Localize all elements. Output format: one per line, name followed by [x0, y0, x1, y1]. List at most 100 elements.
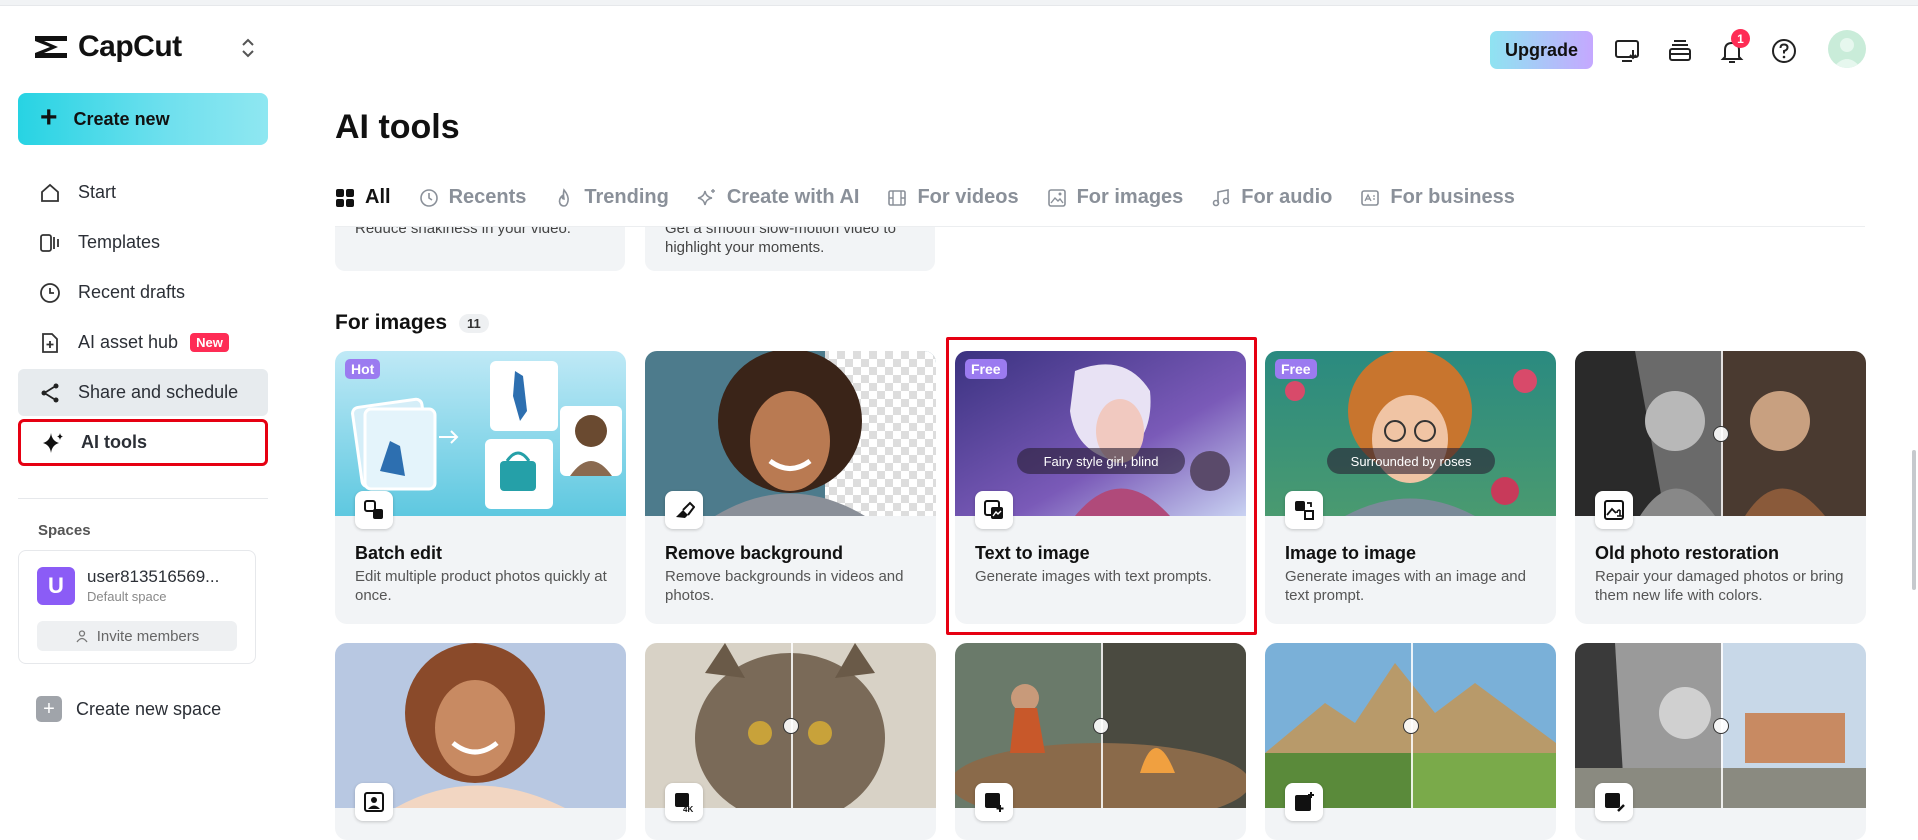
- photo-colorize-icon: [1595, 783, 1633, 821]
- svg-text:4K: 4K: [683, 805, 693, 813]
- chevron-updown-icon[interactable]: [238, 34, 258, 62]
- tool-card[interactable]: 4K: [645, 643, 936, 840]
- image-add-icon: [975, 783, 1013, 821]
- free-badge: Free: [1275, 359, 1317, 379]
- compare-handle[interactable]: [1712, 425, 1729, 442]
- stack-icon[interactable]: [1665, 36, 1695, 66]
- sidebar-item-label: Share and schedule: [78, 382, 239, 402]
- compare-handle[interactable]: [1402, 717, 1419, 734]
- grid-icon: [336, 188, 354, 207]
- tool-card-image-to-image[interactable]: Free Surrounded by roses Image to image …: [1265, 351, 1556, 624]
- app-name: CapCut: [78, 30, 182, 63]
- user-avatar[interactable]: [1828, 30, 1866, 68]
- invite-members-button[interactable]: Invite members: [37, 621, 237, 651]
- compare-handle[interactable]: [782, 717, 799, 734]
- tab-recents[interactable]: Recents: [419, 186, 527, 209]
- upscale-4k-icon: 4K: [665, 783, 703, 821]
- tab-for-videos[interactable]: For videos: [887, 186, 1019, 209]
- tab-for-images[interactable]: For images: [1047, 186, 1183, 209]
- sidebar-item-ai-asset-hub[interactable]: AI asset hub New: [18, 319, 268, 366]
- card-title: Batch edit: [355, 543, 443, 563]
- partial-tool-card[interactable]: Reduce shakiness in your video.: [335, 227, 625, 271]
- photo-restore-icon: [1595, 491, 1633, 529]
- page-scrollbar[interactable]: [1912, 450, 1916, 590]
- share-icon: [41, 383, 59, 402]
- compare-handle[interactable]: [1712, 717, 1729, 734]
- tab-create-with-ai[interactable]: Create with AI: [697, 186, 860, 209]
- tab-label: Recents: [448, 186, 527, 208]
- sidebar-item-recent-drafts[interactable]: Recent drafts: [18, 269, 268, 316]
- tab-label: Trending: [584, 186, 669, 208]
- clock-icon: [40, 282, 60, 303]
- create-new-label: Create new: [73, 108, 170, 129]
- page-title: AI tools: [335, 108, 460, 146]
- templates-icon: [40, 233, 59, 252]
- sidebar-nav: Start Templates Recent drafts AI asset h…: [18, 169, 268, 469]
- capcut-logo-icon: [35, 36, 67, 58]
- space-card[interactable]: U user813516569... Default space Invite …: [18, 550, 256, 664]
- tab-trending[interactable]: Trending: [554, 186, 669, 209]
- tab-label: For business: [1390, 186, 1515, 208]
- upgrade-button[interactable]: Upgrade: [1490, 31, 1593, 69]
- tool-card[interactable]: [1265, 643, 1556, 840]
- tab-for-audio[interactable]: For audio: [1211, 186, 1332, 209]
- music-icon: [1212, 188, 1230, 206]
- sidebar-item-templates[interactable]: Templates: [18, 219, 268, 266]
- create-new-button[interactable]: + Create new: [18, 93, 268, 145]
- tool-card-text-to-image[interactable]: Free Fairy style girl, blind Text to ima…: [955, 351, 1246, 624]
- sidebar-item-start[interactable]: Start: [18, 169, 268, 216]
- sidebar-item-label: AI asset hub: [78, 332, 179, 352]
- create-new-space-label: Create new space: [76, 698, 222, 719]
- help-icon[interactable]: [1769, 36, 1799, 66]
- capcut-logo[interactable]: CapCut: [32, 30, 182, 64]
- film-icon: [888, 189, 907, 206]
- new-badge: New: [190, 333, 229, 352]
- tool-card-remove-background[interactable]: Remove background Remove backgrounds in …: [645, 351, 936, 624]
- card-title: Image to image: [1285, 543, 1417, 563]
- user-avatar-icon: [1833, 38, 1861, 68]
- space-avatar: U: [37, 567, 75, 605]
- sidebar: CapCut + Create new Start Templates Rece…: [0, 6, 286, 840]
- tool-card[interactable]: [955, 643, 1246, 840]
- card-description: Generate images with an image and text p…: [1285, 568, 1526, 604]
- space-subtitle: Default space: [87, 589, 167, 604]
- section-count-badge: 11: [459, 313, 489, 333]
- section-title: For images: [335, 311, 448, 334]
- card-title: Old photo restoration: [1595, 543, 1779, 563]
- compare-handle[interactable]: [1092, 717, 1109, 734]
- card-description: Remove backgrounds in videos and photos.: [665, 568, 904, 604]
- sidebar-item-share-and-schedule[interactable]: Share and schedule: [18, 369, 268, 416]
- spaces-heading: Spaces: [38, 522, 91, 539]
- tab-all[interactable]: All: [335, 186, 391, 209]
- section-heading: For images 11: [335, 311, 489, 335]
- notification-count-badge: 1: [1731, 29, 1750, 48]
- eraser-icon: [665, 491, 703, 529]
- flame-icon: [559, 187, 570, 207]
- sidebar-item-ai-tools[interactable]: AI tools: [18, 419, 268, 466]
- home-icon: [41, 183, 59, 202]
- create-new-space-button[interactable]: + Create new space: [36, 696, 221, 722]
- tab-label: All: [365, 186, 391, 208]
- tool-card-old-photo-restoration[interactable]: Old photo restoration Repair your damage…: [1575, 351, 1866, 624]
- asset-hub-icon: [42, 332, 58, 353]
- plus-icon: +: [36, 696, 62, 722]
- image-icon: [1047, 188, 1066, 207]
- business-icon: [1361, 189, 1380, 206]
- invite-members-label: Invite members: [96, 627, 200, 645]
- prompt-pill: Fairy style girl, blind: [1017, 448, 1185, 474]
- card-title: Remove background: [665, 543, 844, 563]
- text-image-icon: [975, 491, 1013, 529]
- partial-tool-card[interactable]: Get a smooth slow-motion video to highli…: [645, 227, 935, 271]
- monitor-download-icon[interactable]: [1613, 36, 1643, 66]
- tool-card[interactable]: [335, 643, 626, 840]
- tab-label: Create with AI: [726, 186, 860, 208]
- partial-card-desc: Reduce shakiness in your video.: [355, 227, 571, 237]
- sidebar-item-label: Templates: [78, 232, 161, 252]
- tab-for-business[interactable]: For business: [1360, 186, 1515, 209]
- hot-badge: Hot: [345, 359, 381, 379]
- tool-card[interactable]: [1575, 643, 1866, 840]
- sparkle-icon: [43, 432, 63, 453]
- tool-card-batch-edit[interactable]: Hot Batch edit Edit multiple product pho…: [335, 351, 626, 624]
- plus-icon: +: [40, 100, 58, 134]
- sidebar-item-label: Recent drafts: [78, 282, 186, 302]
